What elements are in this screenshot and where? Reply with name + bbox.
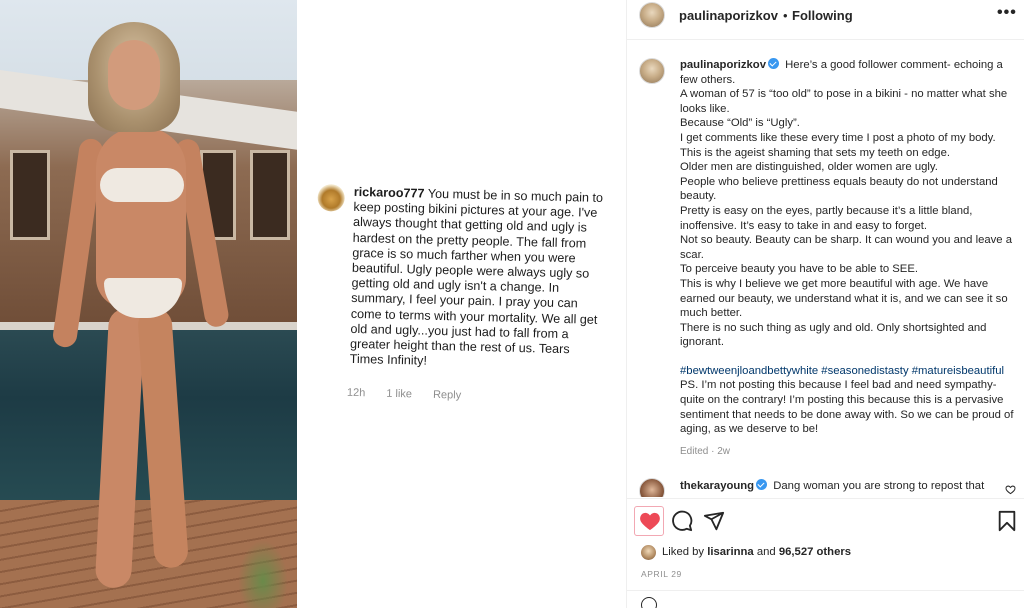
author-username[interactable]: paulinaporizkov: [679, 8, 778, 23]
caption-line: I get comments like these every time I p…: [680, 131, 996, 144]
post-date[interactable]: APRIL 29: [641, 569, 682, 579]
caption-line: To perceive beauty you have to be able t…: [680, 263, 919, 276]
comment-icon[interactable]: [671, 510, 693, 532]
screenshot-comment: rickaroo777 You must be in so much pain …: [313, 184, 608, 411]
comment-meta: 12h 1 like Reply: [347, 387, 480, 402]
photo-person-leg: [136, 307, 190, 569]
header-separator: •: [783, 8, 788, 23]
action-bar: [627, 498, 1024, 542]
emoji-icon[interactable]: [641, 597, 657, 608]
screenshot-comment-text: rickaroo777 You must be in so much pain …: [350, 185, 604, 373]
post-photo: [0, 0, 297, 608]
commenter-avatar[interactable]: [639, 478, 665, 497]
bookmark-icon[interactable]: [997, 510, 1017, 532]
comment-time: 12h: [346, 386, 366, 400]
verified-badge-icon: [756, 479, 768, 490]
commenter-avatar: [317, 184, 345, 212]
photo-person-leg: [94, 307, 146, 589]
commenter-username: rickaroo777: [353, 184, 425, 201]
comment-reply: Reply: [432, 388, 462, 402]
caption-line: This is why I believe we get more beauti…: [680, 277, 1008, 320]
caption-line: Because “Old” is “Ugly”.: [680, 117, 800, 130]
author-avatar[interactable]: [639, 2, 665, 28]
like-button[interactable]: [634, 506, 664, 536]
photo-window: [250, 150, 290, 240]
comment-like-heart-icon[interactable]: [1005, 484, 1016, 495]
photo-window: [10, 150, 50, 240]
caption-line: There is no such thing as ugly and old. …: [680, 321, 987, 349]
liker-avatar[interactable]: [641, 545, 656, 560]
likes-prefix: Liked by: [662, 546, 708, 558]
photo-plant: [238, 540, 288, 608]
following-button[interactable]: Following: [792, 8, 853, 23]
commenter-username[interactable]: thekarayoung: [680, 480, 754, 492]
verified-badge-icon: [768, 58, 779, 69]
caption-line: People who believe prettiness equals bea…: [680, 175, 998, 203]
photo-person-swimsuit-top: [100, 168, 184, 202]
photo-person-face: [108, 40, 160, 110]
caption-line: A woman of 57 is “too old” to pose in a …: [680, 88, 1008, 115]
caption-line: Not so beauty. Beauty can be sharp. It c…: [680, 234, 1013, 261]
post-media[interactable]: rickaroo777 You must be in so much pain …: [0, 0, 626, 608]
liker-username[interactable]: lisarinna: [707, 546, 753, 558]
photo-person: [51, 18, 231, 598]
caption-hashtags[interactable]: #bewtweenjloandbettywhite #seasonedistas…: [680, 365, 1004, 377]
comment-likes: 1 like: [386, 387, 413, 401]
caption-username[interactable]: paulinaporizkov: [680, 59, 766, 71]
share-icon[interactable]: [703, 510, 725, 532]
edited-timestamp: Edited · 2w: [680, 446, 731, 457]
heart-filled-icon: [640, 512, 660, 531]
caption-line: Pretty is easy on the eyes, partly becau…: [680, 204, 973, 232]
likes-summary: Liked by lisarinna and 96,527 others: [641, 545, 1021, 561]
post-caption: paulinaporizkov Here’s a good follower c…: [680, 58, 1022, 437]
add-comment-bar[interactable]: [627, 590, 1024, 608]
comment-body: You must be in so much pain to keep post…: [349, 186, 604, 368]
caption-ps: PS. I’m not posting this because I feel …: [680, 379, 1014, 436]
comment-text: Dang woman you are strong to repost that: [773, 480, 985, 492]
post-window: rickaroo777 You must be in so much pain …: [0, 0, 1024, 608]
comments-scroll-area[interactable]: paulinaporizkov Here’s a good follower c…: [627, 41, 1024, 497]
likes-middle: and: [753, 546, 779, 558]
caption-author-avatar[interactable]: [639, 58, 665, 84]
comment-item: thekarayoung Dang woman you are strong t…: [680, 479, 1000, 494]
more-horizontal-icon[interactable]: •••: [997, 4, 1017, 22]
post-header: paulinaporizkov • Following •••: [627, 0, 1024, 40]
likes-count[interactable]: 96,527 others: [779, 546, 851, 558]
post-sidebar: paulinaporizkov • Following ••• paulinap…: [626, 0, 1024, 608]
caption-line: Older men are distinguished, older women…: [680, 161, 938, 174]
caption-line: This is the ageist shaming that sets my …: [680, 146, 951, 159]
